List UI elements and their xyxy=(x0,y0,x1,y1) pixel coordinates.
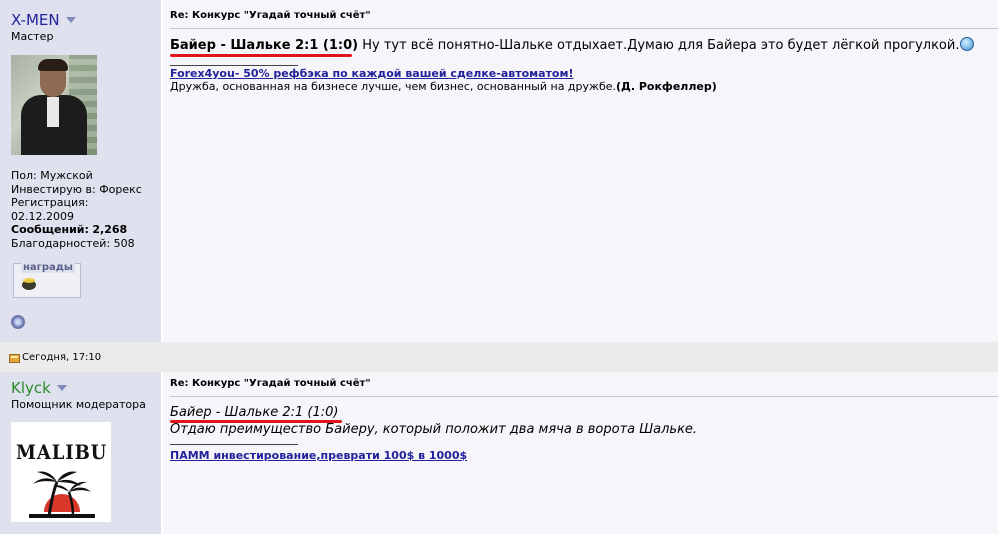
avatar[interactable] xyxy=(11,55,97,155)
username-text[interactable]: X-MEN xyxy=(11,11,60,29)
post-content: Re: Конкурс "Угадай точный счёт" Байер -… xyxy=(163,0,998,342)
username-link[interactable]: Klyck xyxy=(11,378,67,397)
avatar-logo-text: MALIBU xyxy=(16,440,108,464)
user-menu-arrow-icon[interactable] xyxy=(51,378,67,391)
user-messages: Сообщений: 2,268 xyxy=(11,223,156,237)
title-divider xyxy=(170,396,998,397)
signature-divider xyxy=(170,444,298,445)
user-reg-date: 02.12.2009 xyxy=(11,209,74,223)
signature-divider xyxy=(170,65,298,66)
match-prediction: Байер - Шальке 2:1 (1:0) xyxy=(170,38,359,53)
awards-box[interactable]: награды xyxy=(13,262,81,298)
avatar[interactable]: MALIBU xyxy=(11,422,111,522)
username-link[interactable]: X-MEN xyxy=(11,10,76,29)
highlight-underline xyxy=(170,54,352,57)
post-message: Байер - Шальке 2:1 (1:0) Ну тут всё поня… xyxy=(170,37,975,53)
user-reg-label: Регистрация: xyxy=(11,196,89,210)
smile-icon xyxy=(960,37,975,51)
awards-label: награды xyxy=(21,262,75,273)
user-title: Мастер xyxy=(11,30,54,43)
messages-value: 2,268 xyxy=(92,223,128,237)
new-post-icon xyxy=(9,354,20,363)
user-thanks: Благодарностей: 508 xyxy=(11,236,135,250)
match-prediction: Байер - Шальке 2:1 (1:0) xyxy=(170,405,339,420)
palm-tree-icon xyxy=(29,471,95,518)
offline-status-icon xyxy=(11,315,25,329)
post-title: Re: Конкурс "Угадай точный счёт" xyxy=(170,10,371,21)
post-date-bar: Сегодня, 17:10 xyxy=(0,342,998,372)
message-text: Ну тут всё понятно-Шальке отдыхает.Думаю… xyxy=(358,38,960,53)
post-2: Klyck Помощник модератора MALIBU Re: Кон… xyxy=(0,372,998,534)
username-text[interactable]: Klyck xyxy=(11,379,51,397)
user-title: Помощник модератора xyxy=(11,398,146,411)
treasure-pot-icon[interactable] xyxy=(20,275,38,291)
user-menu-arrow-icon[interactable] xyxy=(60,10,76,23)
user-info: Пол: Мужской Инвестирую в: Форекс Регист… xyxy=(11,169,156,251)
post-content: Re: Конкурс "Угадай точный счёт" Байер -… xyxy=(163,372,998,534)
signature-link[interactable]: Forex4you- 50% рефбэка по каждой вашей с… xyxy=(170,67,574,80)
signature-link[interactable]: ПАММ инвестирование,преврати 100$ в 1000… xyxy=(170,449,467,462)
signature-quote: Дружба, основанная на бизнесе лучше, чем… xyxy=(170,80,616,93)
title-divider xyxy=(170,28,998,29)
message-text: Отдаю преимущество Байеру, который полож… xyxy=(170,422,698,437)
user-sidebar: X-MEN Мастер Пол: Мужской Инвестирую в: … xyxy=(0,0,161,342)
user-invest: Инвестирую в: Форекс xyxy=(11,182,142,196)
post-date: Сегодня, 17:10 xyxy=(22,352,102,363)
user-sidebar: Klyck Помощник модератора MALIBU xyxy=(0,372,161,534)
messages-label: Сообщений: xyxy=(11,223,89,237)
post-1: X-MEN Мастер Пол: Мужской Инвестирую в: … xyxy=(0,0,998,342)
post-title: Re: Конкурс "Угадай точный счёт" xyxy=(170,378,371,389)
signature-text: Дружба, основанная на бизнесе лучше, чем… xyxy=(170,80,717,93)
user-gender: Пол: Мужской xyxy=(11,169,93,182)
signature-author: (Д. Рокфеллер) xyxy=(616,80,717,93)
